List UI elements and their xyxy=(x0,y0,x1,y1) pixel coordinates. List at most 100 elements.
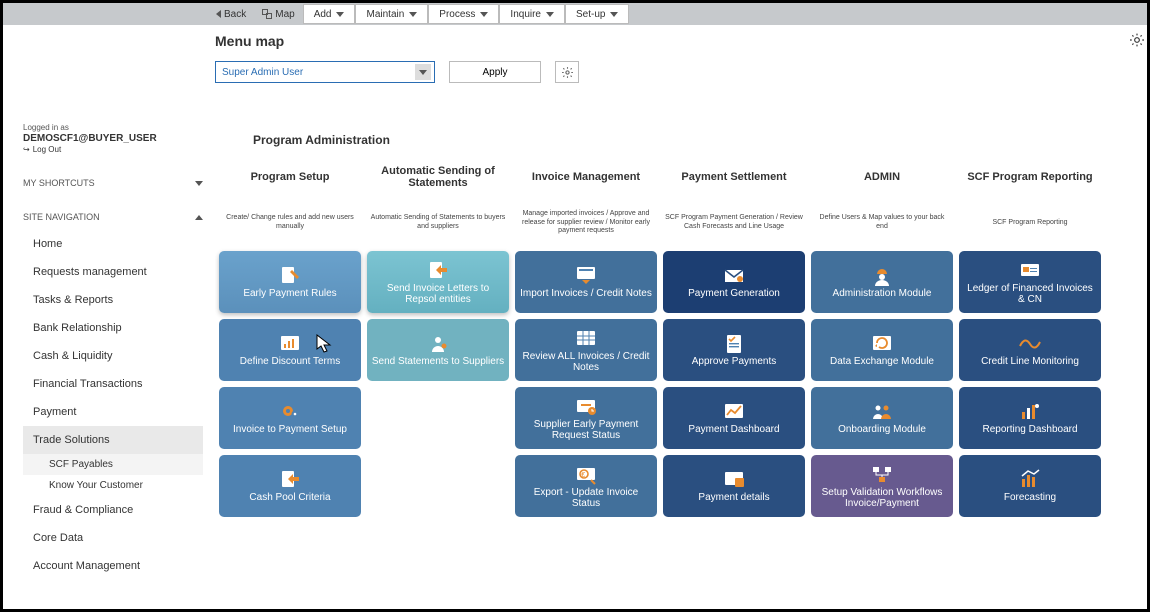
module-card[interactable]: Send Invoice Letters to Repsol entities xyxy=(367,251,509,313)
euro-icon: € xyxy=(573,463,599,485)
module-card[interactable]: Data Exchange Module xyxy=(811,319,953,381)
module-card[interactable]: Payment Dashboard xyxy=(663,387,805,449)
page-settings-icon[interactable] xyxy=(1130,33,1144,52)
module-card[interactable]: Ledger of Financed Invoices & CN xyxy=(959,251,1101,313)
back-link[interactable]: Back xyxy=(208,9,254,20)
module-card[interactable]: Send Statements to Suppliers xyxy=(367,319,509,381)
worker-icon xyxy=(869,264,895,286)
chevron-down-icon xyxy=(409,12,417,17)
card-label: Forecasting xyxy=(1004,492,1056,504)
person-icon xyxy=(425,332,451,354)
card-label: Invoice to Payment Setup xyxy=(233,424,347,436)
login-user: DEMOSCF1@BUYER_USER xyxy=(23,133,203,144)
column-desc: Automatic Sending of Statements to buyer… xyxy=(367,201,509,245)
apply-button[interactable]: Apply xyxy=(449,61,541,83)
map-icon xyxy=(262,9,272,19)
clock-icon xyxy=(573,395,599,417)
column-desc: SCF Program Reporting xyxy=(959,201,1101,245)
menu-setup[interactable]: Set-up xyxy=(565,4,629,24)
column-title: Program Setup xyxy=(219,159,361,195)
checklist-icon xyxy=(721,332,747,354)
module-card[interactable]: €Export - Update Invoice Status xyxy=(515,455,657,517)
doc-arrow-icon xyxy=(277,468,303,490)
nav-item[interactable]: Financial Transactions xyxy=(23,370,203,398)
card-label: Define Discount Terms xyxy=(240,356,340,368)
menu-add[interactable]: Add xyxy=(303,4,356,24)
logout-link[interactable]: ↪Log Out xyxy=(23,145,203,154)
chevron-down-icon xyxy=(195,181,203,186)
nav-item[interactable]: Bank Relationship xyxy=(23,314,203,342)
card-label: Ledger of Financed Invoices & CN xyxy=(963,283,1097,306)
card-label: Approve Payments xyxy=(692,356,777,368)
column-title: Automatic Sending of Statements xyxy=(367,159,509,195)
filter-row: Super Admin User Apply xyxy=(3,61,1147,83)
module-card[interactable]: Administration Module xyxy=(811,251,953,313)
module-card[interactable]: Reporting Dashboard xyxy=(959,387,1101,449)
nav-item[interactable]: Account Management xyxy=(23,552,203,580)
menu-process[interactable]: Process xyxy=(428,4,499,24)
settings-button[interactable] xyxy=(555,61,579,83)
page-title: Menu map xyxy=(3,25,1147,57)
chart-icon xyxy=(277,332,303,354)
chevron-down-icon xyxy=(546,12,554,17)
chevron-down-icon xyxy=(480,12,488,17)
card-label: Onboarding Module xyxy=(838,424,926,436)
nav-sub-item[interactable]: SCF Payables xyxy=(23,454,203,475)
module-card[interactable]: Setup Validation Workflows Invoice/Payme… xyxy=(811,455,953,517)
card-label: Send Statements to Suppliers xyxy=(372,356,504,368)
nav-item[interactable]: Fraud & Compliance xyxy=(23,496,203,524)
nav-section-shortcuts[interactable]: MY SHORTCUTS xyxy=(23,178,203,188)
flow-icon xyxy=(869,463,895,485)
card-label: Data Exchange Module xyxy=(830,356,934,368)
chevron-down-icon xyxy=(610,12,618,17)
module-card[interactable]: Supplier Early Payment Request Status xyxy=(515,387,657,449)
doc-arrow-icon xyxy=(425,259,451,281)
nav-item[interactable]: Tasks & Reports xyxy=(23,286,203,314)
nav-item[interactable]: Core Data xyxy=(23,524,203,552)
module-card[interactable]: Review ALL Invoices / Credit Notes xyxy=(515,319,657,381)
module-card[interactable]: Import Invoices / Credit Notes xyxy=(515,251,657,313)
nav-item[interactable]: Payment xyxy=(23,398,203,426)
nav-item[interactable]: Home xyxy=(23,230,203,258)
card-label: Send Invoice Letters to Repsol entities xyxy=(371,283,505,306)
grid-icon xyxy=(573,327,599,349)
card-label: Payment Dashboard xyxy=(688,424,779,436)
nav-item[interactable]: Requests management xyxy=(23,258,203,286)
card-label: Supplier Early Payment Request Status xyxy=(519,419,653,442)
module-card[interactable]: Credit Line Monitoring xyxy=(959,319,1101,381)
module-card[interactable]: Forecasting xyxy=(959,455,1101,517)
wave-icon xyxy=(1017,332,1043,354)
module-card[interactable]: Onboarding Module xyxy=(811,387,953,449)
upload-icon xyxy=(573,264,599,286)
menu-maintain[interactable]: Maintain xyxy=(355,4,428,24)
card-label: Reporting Dashboard xyxy=(982,424,1077,436)
card-label: Administration Module xyxy=(833,288,932,300)
people-icon xyxy=(869,400,895,422)
module-card[interactable]: Define Discount Terms xyxy=(219,319,361,381)
module-card[interactable]: Invoice to Payment Setup xyxy=(219,387,361,449)
svg-text:€: € xyxy=(581,472,585,479)
nav-list: HomeRequests managementTasks & ReportsBa… xyxy=(23,230,203,580)
column-title: SCF Program Reporting xyxy=(959,159,1101,195)
section-title: Program Administration xyxy=(253,133,1135,147)
module-card[interactable]: Payment details xyxy=(663,455,805,517)
module-card[interactable]: Payment Generation xyxy=(663,251,805,313)
nav-item[interactable]: Cash & Liquidity xyxy=(23,342,203,370)
login-label: Logged in as xyxy=(23,123,203,132)
card-label: Early Payment Rules xyxy=(243,288,336,300)
module-grid: Program SetupAutomatic Sending of Statem… xyxy=(219,159,1135,517)
role-select[interactable]: Super Admin User xyxy=(215,61,435,83)
card-label: Review ALL Invoices / Credit Notes xyxy=(519,351,653,374)
module-card[interactable]: Cash Pool Criteria xyxy=(219,455,361,517)
nav-sub-item[interactable]: Know Your Customer xyxy=(23,475,203,496)
nav-section-sitenav[interactable]: SITE NAVIGATION xyxy=(23,212,203,222)
chevron-up-icon xyxy=(195,215,203,220)
nav-item[interactable]: Trade Solutions xyxy=(23,426,203,454)
menu-inquire[interactable]: Inquire xyxy=(499,4,565,24)
chevron-down-icon xyxy=(336,12,344,17)
module-card[interactable]: Early Payment Rules xyxy=(219,251,361,313)
column-desc: Create/ Change rules and add new users m… xyxy=(219,201,361,245)
doc-pen-icon xyxy=(277,264,303,286)
module-card[interactable]: Approve Payments xyxy=(663,319,805,381)
map-link[interactable]: Map xyxy=(254,9,302,20)
